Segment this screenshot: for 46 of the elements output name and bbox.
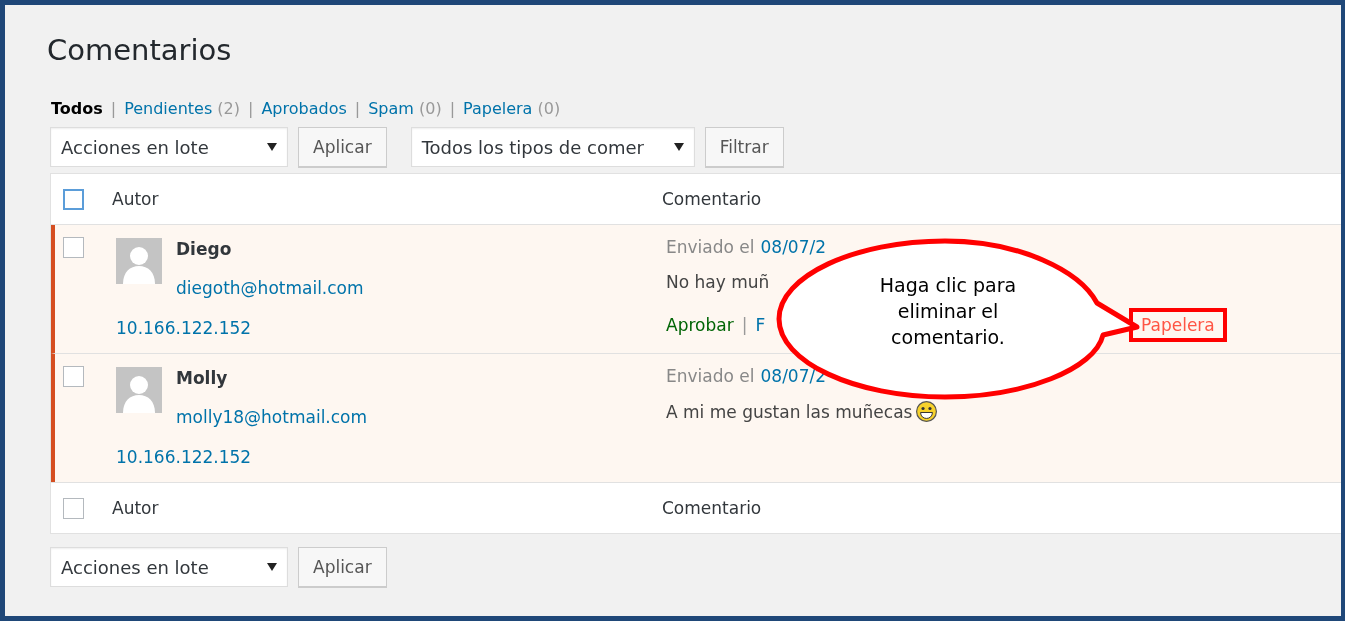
avatar-icon (116, 367, 162, 413)
bulk-actions-select[interactable]: Acciones en lote (50, 547, 288, 587)
separator: | (248, 99, 254, 118)
select-all-checkbox[interactable] (63, 497, 84, 519)
comment-type-select[interactable]: Todos los tipos de comer (410, 127, 695, 167)
apply-button[interactable]: Aplicar (298, 547, 387, 587)
author-name: Molly (176, 367, 229, 390)
row-checkbox[interactable] (63, 366, 84, 387)
separator: | (449, 99, 455, 118)
filter-link[interactable]: Pendientes (2) (124, 99, 240, 118)
column-header: Autor (112, 189, 160, 209)
select-all-checkbox[interactable] (63, 188, 84, 210)
smiley-icon (916, 401, 938, 422)
filter-button[interactable]: Filtrar (704, 127, 784, 167)
separator: | (741, 315, 748, 335)
column-header: Autor (112, 498, 160, 518)
filter-link[interactable]: Papelera (0) (463, 99, 561, 118)
column-header: Comentario (662, 498, 763, 518)
filter-link[interactable]: Todos (51, 99, 103, 118)
bulk-actions-select[interactable]: Acciones en lote (50, 127, 288, 167)
date-link[interactable]: 08/07/2 (760, 237, 827, 257)
row-action-link[interactable]: F (755, 315, 766, 335)
trash-link[interactable]: Papelera (1129, 308, 1227, 342)
author-name: Diego (176, 238, 233, 261)
sent-label: Enviado el (666, 237, 755, 257)
callout-text: Haga clic para eliminar el comentario. (878, 273, 1018, 350)
apply-button[interactable]: Aplicar (298, 127, 387, 167)
sent-label: Enviado el (666, 366, 755, 386)
author-ip-link[interactable]: 10.166.122.152 (116, 444, 666, 482)
column-header: Comentario (662, 189, 763, 209)
dropdown-caret-icon (267, 563, 277, 571)
avatar-icon (116, 238, 162, 284)
separator: | (354, 99, 361, 118)
dropdown-caret-icon (267, 143, 277, 151)
comment-text: No hay muñ (666, 272, 770, 292)
separator: | (110, 99, 117, 118)
comment-text: A mi me gustan las muñecas (666, 401, 913, 422)
filter-link[interactable]: Spam (0) (368, 99, 442, 118)
author-email-link[interactable]: molly18@hotmail.com (176, 404, 666, 444)
row-action-link[interactable]: Aprobar (666, 315, 734, 335)
row-checkbox[interactable] (63, 237, 84, 258)
filter-link[interactable]: Aprobados (261, 99, 347, 118)
author-email-link[interactable]: diegoth@hotmail.com (176, 275, 666, 315)
dropdown-caret-icon (673, 143, 684, 151)
page-title: Comentarios (47, 33, 233, 67)
author-ip-link[interactable]: 10.166.122.152 (116, 315, 666, 353)
